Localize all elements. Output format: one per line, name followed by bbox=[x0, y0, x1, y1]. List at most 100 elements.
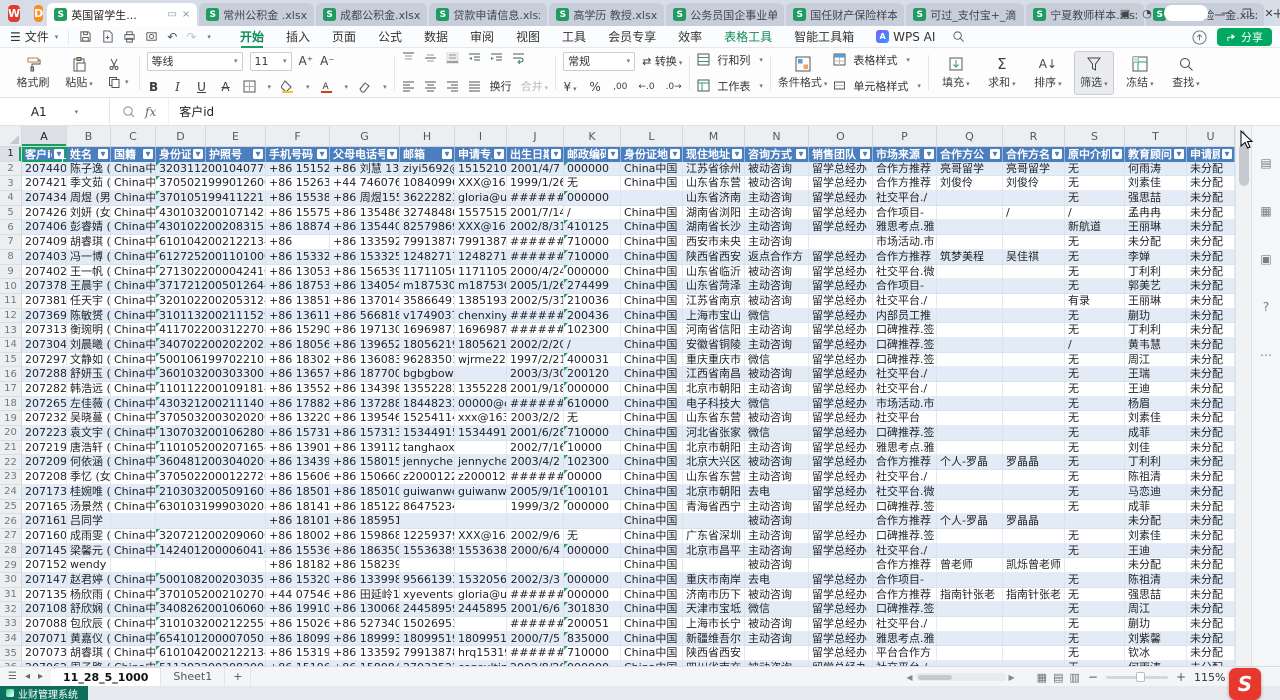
merge-button[interactable]: 合并▾ bbox=[521, 78, 549, 94]
cell-D7[interactable]: 610104200212213421 bbox=[156, 235, 266, 250]
cell-T9[interactable]: 丁利利 bbox=[1125, 265, 1187, 280]
cell-O18[interactable]: 留学总经办 bbox=[809, 397, 873, 412]
cell-O15[interactable]: 留学总经办 bbox=[809, 353, 873, 368]
cell-M33[interactable]: 上海市长宁 bbox=[683, 617, 745, 632]
cell-C25[interactable]: China中国 bbox=[111, 500, 156, 515]
row-number-3[interactable]: 3 bbox=[0, 176, 22, 191]
cell-J12[interactable]: ######### bbox=[507, 309, 564, 324]
cell-U27[interactable]: 未分配 bbox=[1187, 529, 1235, 544]
cell-G33[interactable]: +86 52734062 bbox=[330, 617, 400, 632]
header-cell-J1[interactable]: 出生日期▼ bbox=[507, 147, 564, 162]
cell-D26[interactable] bbox=[156, 514, 266, 529]
underline-button[interactable]: U bbox=[195, 80, 209, 94]
cell-L7[interactable]: China中国 bbox=[621, 235, 683, 250]
cell-Q5[interactable] bbox=[937, 206, 1003, 221]
cell-F26[interactable]: +86 18101832 bbox=[266, 514, 330, 529]
cell-D27[interactable]: 320721200209060081 bbox=[156, 529, 266, 544]
row-number-19[interactable]: 19 bbox=[0, 411, 22, 426]
cell-L11[interactable]: China中国 bbox=[621, 294, 683, 309]
cell-Q18[interactable] bbox=[937, 397, 1003, 412]
column-header-U[interactable]: U bbox=[1187, 126, 1235, 146]
cell-P26[interactable]: 合作方推荐 bbox=[873, 514, 937, 529]
cell-D30[interactable]: 500108200203035125 bbox=[156, 573, 266, 588]
cell-R32[interactable] bbox=[1003, 602, 1065, 617]
cell-Q6[interactable] bbox=[937, 220, 1003, 235]
cell-L6[interactable]: China中国 bbox=[621, 220, 683, 235]
cell-P23[interactable]: 社交平台./ bbox=[873, 470, 937, 485]
cell-O7[interactable] bbox=[809, 235, 873, 250]
cell-J17[interactable]: 2001/9/18 bbox=[507, 382, 564, 397]
cell-K20[interactable]: 710000 bbox=[564, 426, 621, 441]
cell-J24[interactable]: 2005/9/16 bbox=[507, 485, 564, 500]
cell-I8[interactable]: 124827175 bbox=[455, 250, 507, 265]
cell-M13[interactable]: 河南省信阳 bbox=[683, 323, 745, 338]
cell-I12[interactable]: chenxinyur bbox=[455, 309, 507, 324]
cell-M30[interactable]: 重庆市南岸 bbox=[683, 573, 745, 588]
cell-G28[interactable]: +86 1863505000 bbox=[330, 544, 400, 559]
header-cell-B1[interactable]: 姓名▼ bbox=[67, 147, 111, 162]
cell-M16[interactable]: 江西省南昌 bbox=[683, 367, 745, 382]
cell-T24[interactable]: 马恋迪 bbox=[1125, 485, 1187, 500]
cell-J14[interactable]: 2002/2/20 bbox=[507, 338, 564, 353]
freeze-button[interactable]: 冻结▾ bbox=[1120, 51, 1160, 95]
print-preview-icon[interactable] bbox=[145, 30, 158, 43]
cell-K16[interactable]: 200120 bbox=[564, 367, 621, 382]
wps-ai-menu[interactable]: A WPS AI bbox=[865, 26, 946, 48]
cell-S8[interactable]: 无 bbox=[1065, 250, 1125, 265]
filter-dropdown-icon[interactable]: ▼ bbox=[670, 149, 680, 159]
cell-D28[interactable]: 142401200006041426 bbox=[156, 544, 266, 559]
cell-H16[interactable]: bgbgbow@ bbox=[400, 367, 455, 382]
cell-A24[interactable]: 207173 bbox=[22, 485, 67, 500]
cell-N35[interactable] bbox=[745, 646, 809, 661]
cell-C10[interactable]: China中国 bbox=[111, 279, 156, 294]
cell-I9[interactable]: 117110505 bbox=[455, 265, 507, 280]
header-cell-C1[interactable]: 国籍▼ bbox=[111, 147, 156, 162]
menu-tab-数据[interactable]: 数据 bbox=[413, 26, 459, 48]
cell-M4[interactable]: 山东省济南 bbox=[683, 191, 745, 206]
cell-R21[interactable] bbox=[1003, 441, 1065, 456]
sheet-tab-11_28_5_1000[interactable]: 11_28_5_1000 bbox=[51, 667, 161, 687]
cell-I5[interactable]: 155751588 bbox=[455, 206, 507, 221]
column-header-G[interactable]: G bbox=[330, 126, 400, 146]
cell-B26[interactable]: 吕同学 bbox=[67, 514, 111, 529]
cell-M27[interactable]: 广东省深圳 bbox=[683, 529, 745, 544]
cell-O32[interactable]: 留学总经办 bbox=[809, 602, 873, 617]
zoom-level[interactable]: 115% bbox=[1194, 671, 1226, 684]
cell-J5[interactable]: 2001/7/14 bbox=[507, 206, 564, 221]
filter-button[interactable]: 筛选▾ bbox=[1074, 51, 1114, 95]
cell-R12[interactable] bbox=[1003, 309, 1065, 324]
cell-T16[interactable]: 王瑞 bbox=[1125, 367, 1187, 382]
export-icon[interactable] bbox=[101, 30, 114, 43]
cell-S7[interactable]: 无 bbox=[1065, 235, 1125, 250]
cell-C24[interactable]: China中国 bbox=[111, 485, 156, 500]
vertical-scrollbar[interactable]: ▲ bbox=[1235, 126, 1251, 666]
cell-Q14[interactable] bbox=[937, 338, 1003, 353]
cell-L29[interactable]: China中国 bbox=[621, 558, 683, 573]
cell-T27[interactable]: 刘素佳 bbox=[1125, 529, 1187, 544]
hscroll-left-icon[interactable]: ◀ bbox=[906, 673, 912, 682]
cell-M32[interactable]: 天津市宝坻 bbox=[683, 602, 745, 617]
cell-T5[interactable]: 孟冉冉 bbox=[1125, 206, 1187, 221]
cell-J4[interactable]: ######### bbox=[507, 191, 564, 206]
increase-font-button[interactable]: A⁺ bbox=[299, 54, 314, 68]
row-number-11[interactable]: 11 bbox=[0, 294, 22, 309]
header-cell-N1[interactable]: 咨询方式▼ bbox=[745, 147, 809, 162]
cell-Q29[interactable]: 曾老师 bbox=[937, 558, 1003, 573]
cell-U23[interactable]: 未分配 bbox=[1187, 470, 1235, 485]
cell-R4[interactable] bbox=[1003, 191, 1065, 206]
cell-G12[interactable]: +86 56681836 bbox=[330, 309, 400, 324]
cell-G15[interactable]: +86 1360831276 bbox=[330, 353, 400, 368]
filter-dropdown-icon[interactable]: ▼ bbox=[924, 149, 934, 159]
cell-O16[interactable]: 留学总经办 bbox=[809, 367, 873, 382]
filter-dropdown-icon[interactable]: ▼ bbox=[860, 149, 870, 159]
cell-K25[interactable]: 000000 bbox=[564, 500, 621, 515]
cell-L16[interactable]: China中国 bbox=[621, 367, 683, 382]
font-color-button[interactable]: A bbox=[320, 80, 333, 93]
cell-I24[interactable]: guiwanwei bbox=[455, 485, 507, 500]
cell-H12[interactable]: v17490376 bbox=[400, 309, 455, 324]
cell-A26[interactable]: 207161 bbox=[22, 514, 67, 529]
cell-A16[interactable]: 207288 bbox=[22, 367, 67, 382]
cell-U13[interactable]: 未分配 bbox=[1187, 323, 1235, 338]
cell-K22[interactable]: 102300 bbox=[564, 455, 621, 470]
cell-K17[interactable]: 000000 bbox=[564, 382, 621, 397]
